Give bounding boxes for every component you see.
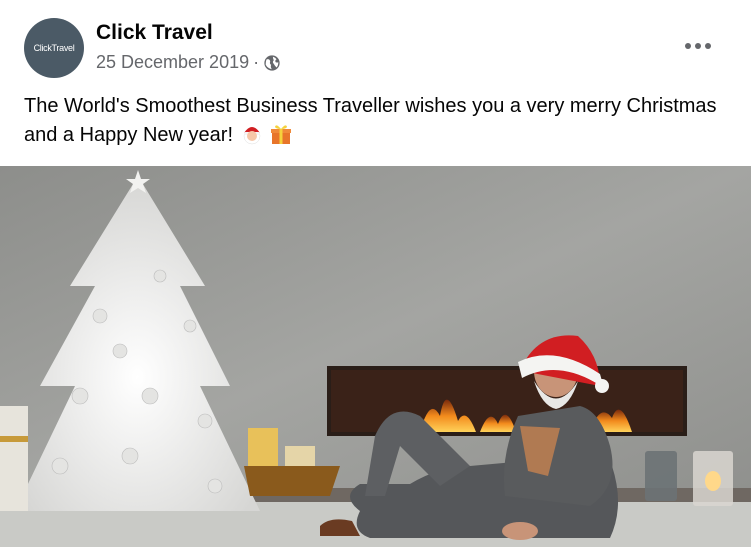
- page-avatar[interactable]: ClickTravel: [24, 18, 84, 78]
- avatar-logo-text: ClickTravel: [33, 43, 75, 53]
- lantern: [645, 451, 677, 501]
- page-name-link[interactable]: Click Travel: [96, 21, 213, 45]
- post-caption: The World's Smoothest Business Traveller…: [24, 92, 724, 150]
- present-box: [0, 406, 28, 511]
- meta-separator: ·: [253, 52, 260, 72]
- gift-emoji-icon: [271, 125, 292, 144]
- caption-text: The World's Smoothest Business Traveller…: [24, 95, 717, 146]
- santa-emoji-icon: [243, 127, 260, 145]
- post-header: ClickTravel Click Travel 25 December 201…: [0, 0, 751, 90]
- post-date-link[interactable]: 25 December 2019: [96, 52, 249, 73]
- more-options-icon: [685, 43, 711, 49]
- globe-icon[interactable]: [263, 54, 281, 72]
- more-options-button[interactable]: [676, 30, 720, 62]
- facebook-post: ClickTravel Click Travel 25 December 201…: [0, 0, 751, 547]
- post-meta: 25 December 2019 ·: [96, 52, 281, 73]
- post-photo[interactable]: [0, 166, 751, 547]
